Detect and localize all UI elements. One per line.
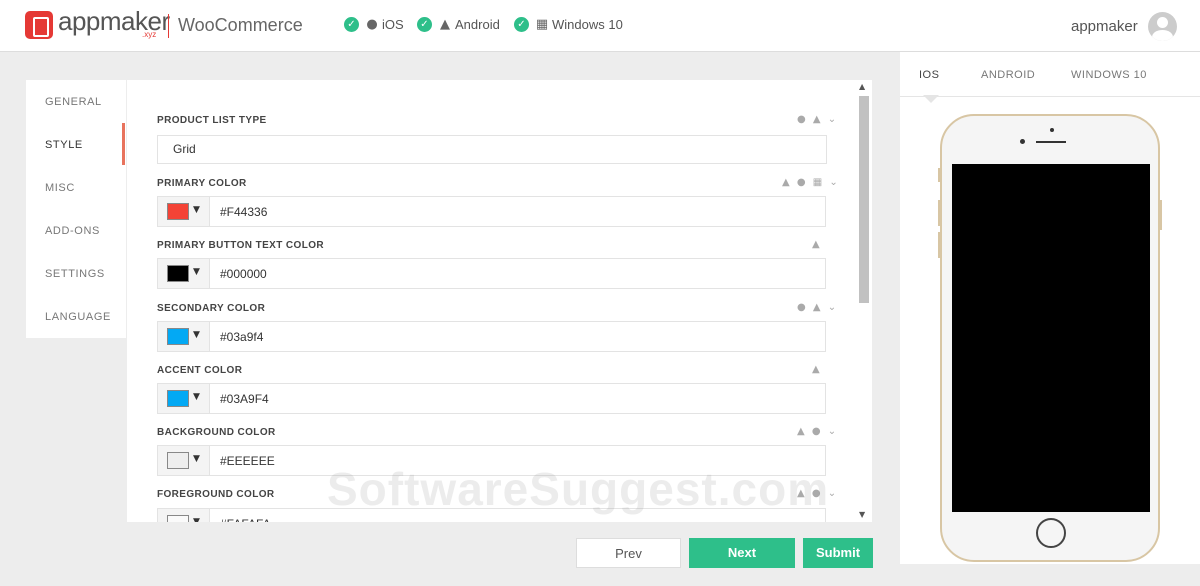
platform-android: ✓ ▲ Android: [417, 17, 500, 32]
field-label: FOREGROUND COLOR: [157, 489, 275, 500]
phone-sensor: [1050, 128, 1054, 132]
field-label: SECONDARY COLOR: [157, 303, 266, 314]
color-swatch: [167, 515, 189, 522]
field-label: PRIMARY BUTTON TEXT COLOR: [157, 240, 325, 251]
color-swatch: [167, 328, 189, 345]
style-form-panel: PRODUCT LIST TYPE ● ▲ ⌄ Grid PRIMARY COL…: [127, 80, 857, 522]
color-picker-button[interactable]: ▼: [158, 384, 210, 413]
windows-icon: ▦: [535, 16, 549, 32]
sidebar-item-add-ons[interactable]: ADD-ONS: [45, 225, 100, 237]
field-label: ACCENT COLOR: [157, 365, 243, 376]
platform-label: Windows 10: [552, 17, 623, 32]
field-label: PRIMARY COLOR: [157, 178, 247, 189]
logo-divider: [168, 14, 169, 38]
color-hex-input[interactable]: #000000: [220, 267, 267, 281]
android-icon: ▲: [812, 364, 822, 375]
active-tab-marker: [122, 123, 125, 165]
product-list-type-select[interactable]: Grid: [157, 135, 827, 164]
logo-sub: .xyz: [142, 30, 157, 39]
caret-down-icon: ▼: [193, 205, 200, 215]
phone-side-button: [938, 200, 941, 226]
color-swatch: [167, 452, 189, 469]
color-hex-input[interactable]: #03a9f4: [220, 330, 263, 344]
color-hex-input[interactable]: #FAFAFA: [220, 517, 271, 522]
field-label: BACKGROUND COLOR: [157, 427, 276, 438]
apple-icon: ●: [366, 16, 378, 32]
phone-speaker: [1036, 141, 1066, 143]
color-picker-button[interactable]: ▼: [158, 446, 210, 475]
color-hex-input[interactable]: #03A9F4: [220, 392, 269, 406]
prev-button[interactable]: Prev: [576, 538, 681, 568]
sidebar-item-language[interactable]: LANGUAGE: [45, 311, 111, 323]
color-picker-button[interactable]: ▼: [158, 197, 210, 226]
phone-camera: [1020, 139, 1025, 144]
primary-button-text-color-field: ▼ #000000: [157, 258, 826, 289]
sidebar-item-settings[interactable]: SETTINGS: [45, 268, 105, 280]
phone-home-button: [1036, 518, 1066, 548]
android-icon: ▲: [440, 16, 450, 32]
platform-icons: ▲ ● ▦ ⌄: [782, 177, 840, 188]
color-picker-button[interactable]: ▼: [158, 322, 210, 351]
caret-down-icon: ▼: [193, 330, 200, 340]
phone-screen: [952, 164, 1150, 512]
submit-button[interactable]: Submit: [803, 538, 873, 568]
avatar[interactable]: [1148, 12, 1177, 41]
platform-name: WooCommerce: [178, 15, 303, 35]
platform-label: iOS: [382, 17, 404, 32]
top-bar: appmaker .xyz WooCommerce ✓ ● iOS ✓ ▲ An…: [0, 0, 1200, 52]
platform-icons: ● ▲ ⌄: [797, 114, 839, 125]
username[interactable]: appmaker: [1071, 18, 1138, 35]
platform-label: Android: [455, 17, 500, 32]
color-hex-input[interactable]: #F44336: [220, 205, 267, 219]
secondary-color-field: ▼ #03a9f4: [157, 321, 826, 352]
watermark: SoftwareSuggest.com: [327, 463, 830, 515]
check-icon: ✓: [514, 17, 529, 32]
tab-windows-10[interactable]: WINDOWS 10: [1071, 69, 1147, 81]
tab-android[interactable]: ANDROID: [981, 69, 1035, 81]
color-hex-input[interactable]: #EEEEEE: [220, 454, 275, 468]
platform-icons: ● ▲ ⌄: [797, 302, 839, 313]
check-icon: ✓: [417, 17, 432, 32]
scroll-down-icon[interactable]: ▼: [859, 510, 865, 519]
phone-side-button: [1159, 200, 1162, 230]
android-icon: ▲: [812, 239, 822, 250]
tab-divider: [900, 96, 1200, 97]
color-picker-button[interactable]: ▼: [158, 259, 210, 288]
platform-icons: ▲ ● ⌄: [797, 426, 839, 437]
next-button[interactable]: Next: [689, 538, 795, 568]
device-preview: IOS ANDROID WINDOWS 10: [900, 52, 1200, 564]
settings-sidebar: GENERAL STYLE MISC ADD-ONS SETTINGS LANG…: [26, 80, 126, 338]
sidebar-item-style[interactable]: STYLE: [45, 139, 83, 151]
scrollbar-thumb[interactable]: [859, 96, 869, 303]
color-swatch: [167, 203, 189, 220]
appmaker-logo-icon: [25, 11, 53, 39]
field-label: PRODUCT LIST TYPE: [157, 115, 267, 126]
caret-down-icon: ▼: [193, 517, 200, 522]
platform-ios: ✓ ● iOS: [344, 17, 404, 32]
primary-color-field: ▼ #F44336: [157, 196, 826, 227]
sidebar-item-general[interactable]: GENERAL: [45, 96, 102, 108]
scroll-up-icon[interactable]: ▲: [859, 82, 865, 91]
tab-ios[interactable]: IOS: [919, 69, 939, 81]
platform-windows: ✓ ▦ Windows 10: [514, 17, 623, 32]
caret-down-icon: ▼: [193, 454, 200, 464]
iphone-mockup: [938, 114, 1162, 562]
sidebar-item-misc[interactable]: MISC: [45, 182, 75, 194]
color-swatch: [167, 390, 189, 407]
caret-down-icon: ▼: [193, 267, 200, 277]
color-swatch: [167, 265, 189, 282]
phone-side-button: [938, 168, 941, 182]
active-tab-pointer: [923, 95, 939, 103]
check-icon: ✓: [344, 17, 359, 32]
caret-down-icon: ▼: [193, 392, 200, 402]
color-picker-button[interactable]: ▼: [158, 509, 210, 522]
phone-side-button: [938, 232, 941, 258]
accent-color-field: ▼ #03A9F4: [157, 383, 826, 414]
